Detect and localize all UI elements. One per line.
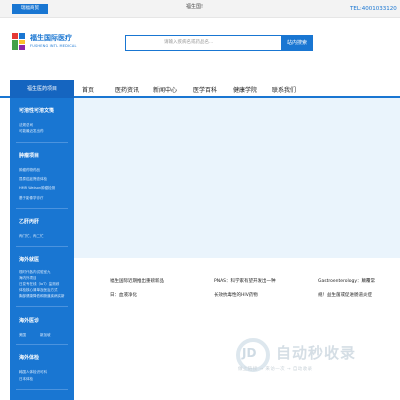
watermark-brand: 自动秒收录 (276, 344, 357, 362)
nav-item-health-academy[interactable]: 健康学院 (233, 85, 257, 94)
watermark-logo: JD (242, 346, 257, 360)
logo-icon[interactable] (12, 33, 27, 50)
sidebar-heading[interactable]: 海外就医 (19, 256, 39, 263)
sidebar-link[interactable]: 昆泰癌症筛查体检 (19, 177, 47, 182)
sidebar: 福生医药项目 可溶性可溶文笺 法规总司 可能最近发出药 肿瘤项目 肿瘤药物药品 … (10, 80, 74, 400)
news-item-title[interactable]: Gastroenterology：颠覆常 (318, 278, 375, 284)
sidebar-divider (16, 208, 68, 209)
news-item-title[interactable]: 长效抗毒性的HIV药物 (214, 292, 258, 298)
news-item-title[interactable]: 福生国际近期推出重磅新品 (110, 278, 164, 284)
news-item-title[interactable]: PNAS：科学家有望开发出一种 (214, 278, 276, 284)
sidebar-link[interactable]: 韩国人体检识可科 (19, 370, 47, 375)
sidebar-divider (16, 306, 68, 307)
watermark-slogan: 做上链接 → 来访一次 → 自动收录 (238, 367, 313, 372)
search-button[interactable]: 站内搜索 (281, 35, 313, 51)
nav-item-contact[interactable]: 联系我们 (272, 85, 296, 94)
sidebar-link[interactable]: 丙门忙、丙二忙 (19, 234, 44, 239)
welcome-text: 福生国! (186, 4, 204, 10)
hero-banner (74, 98, 400, 258)
brand-name: 福生国际医疗 (30, 34, 72, 42)
sidebar-title: 福生医药项目 (10, 80, 74, 98)
sidebar-link[interactable]: HMR Watson肿瘤检测 (19, 186, 55, 191)
sidebar-divider (16, 389, 68, 390)
sidebar-link[interactable]: 新加坡 (40, 333, 51, 338)
sidebar-link[interactable]: 美国 (19, 333, 26, 338)
news-item-title[interactable]: 日：血液净化 (110, 292, 137, 298)
news-item-title[interactable]: 规！益生菌或促进肠道炎症 (318, 292, 372, 298)
search-input[interactable]: 请输入疾病名或药品名... (125, 35, 281, 51)
nav-item-news-center[interactable]: 新闻中心 (153, 85, 177, 94)
top-badge-button[interactable]: 瑞福商贸 (12, 4, 48, 14)
sidebar-heading[interactable]: 海外体检 (19, 354, 39, 361)
sidebar-link[interactable]: 基于影像学诊疗 (19, 196, 44, 201)
sidebar-link[interactable]: 海内外项目 (19, 276, 37, 281)
sidebar-link[interactable]: 肿瘤药物药品 (19, 168, 40, 173)
sidebar-divider (16, 142, 68, 143)
sidebar-link[interactable]: 法规总司 (19, 123, 33, 128)
sidebar-link[interactable]: 可能最近发出药 (19, 129, 44, 134)
sidebar-heading[interactable]: 可溶性可溶文笺 (19, 107, 54, 114)
sidebar-heading[interactable]: 乙肝丙肝 (19, 218, 39, 225)
sidebar-link[interactable]: 日本体检 (19, 377, 33, 382)
sidebar-divider (16, 246, 68, 247)
sidebar-heading[interactable]: 肿瘤项目 (19, 152, 39, 159)
top-bar: 瑞福商贸 福生国! TEL:4001033120 (0, 0, 400, 18)
nav-item-home[interactable]: 首页 (82, 85, 94, 94)
sidebar-link[interactable]: 现时代各内试验室九 (19, 270, 51, 275)
nav-item-encyclopedia[interactable]: 医学百科 (193, 85, 217, 94)
contact-phone: TEL:4001033120 (350, 6, 397, 12)
sidebar-link[interactable]: 胸部健康降低和肠道疾病实新 (19, 294, 65, 299)
brand-subtitle: FUSHENG INTL MEDICAL (30, 44, 77, 48)
sidebar-divider (16, 344, 68, 345)
sidebar-link[interactable]: 体检核心清单及医治方式 (19, 288, 58, 293)
sidebar-heading[interactable]: 海外医诊 (19, 317, 39, 324)
nav-item-pharma-news[interactable]: 医药资讯 (115, 85, 139, 94)
sidebar-link[interactable]: 日变专在线（IoT）监测综 (19, 282, 59, 287)
